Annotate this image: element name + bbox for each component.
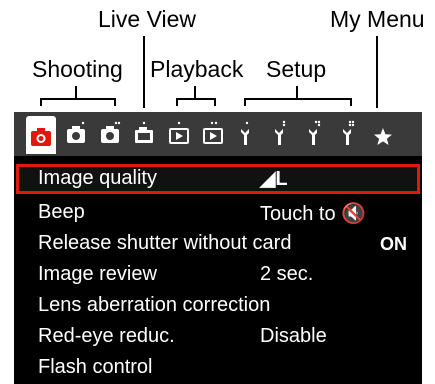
menu-item-value: Disable <box>260 325 327 347</box>
tab-setup-1[interactable] <box>232 118 262 150</box>
menu-item-flash-control[interactable]: Flash control <box>16 353 420 383</box>
camera-icon <box>31 128 51 146</box>
live-view-callout: Live View <box>98 6 197 32</box>
tab-my-menu[interactable] <box>368 118 398 150</box>
menu-item-value: ◢L <box>260 168 288 190</box>
playback-bracket <box>176 98 216 106</box>
menu-tab-bar <box>14 112 422 158</box>
menu-item-lens-aberration[interactable]: Lens aberration correction <box>16 291 420 321</box>
shooting-leader <box>75 86 77 98</box>
playback-callout: Playback <box>150 56 244 82</box>
menu-item-beep[interactable]: Beep Touch to 🔇 <box>16 198 420 228</box>
live-view-leader <box>143 36 145 108</box>
menu-item-label: Beep <box>38 201 85 223</box>
menu-item-label: Red-eye reduc. <box>38 325 175 347</box>
tab-live-view[interactable] <box>129 118 159 150</box>
my-menu-callout: My Menu <box>330 6 425 32</box>
tab-setup-2[interactable] <box>266 118 296 150</box>
tab-playback-1[interactable] <box>164 118 194 150</box>
menu-item-image-review[interactable]: Image review 2 sec. <box>16 260 420 290</box>
camera-icon <box>67 121 85 143</box>
playback-icon <box>203 121 223 144</box>
menu-item-label: Image quality <box>38 167 157 189</box>
setup-callout: Setup <box>266 56 327 82</box>
menu-item-label: Image review <box>38 263 157 285</box>
menu-item-red-eye[interactable]: Red-eye reduc. Disable <box>16 322 420 352</box>
star-icon <box>374 128 392 145</box>
live-view-icon <box>135 121 153 143</box>
menu-item-image-quality[interactable]: Image quality ◢L <box>16 164 420 194</box>
tab-playback-2[interactable] <box>198 118 228 150</box>
menu-item-value: 2 sec. <box>260 263 314 285</box>
tab-setup-3[interactable] <box>300 118 330 150</box>
playback-icon <box>169 121 189 144</box>
menu-item-value: Touch to 🔇 <box>260 203 367 225</box>
tab-shooting-2[interactable] <box>61 118 91 150</box>
playback-leader <box>194 86 196 98</box>
camera-icon <box>101 121 121 143</box>
tab-shooting-1[interactable] <box>26 116 56 154</box>
menu-item-label: Lens aberration correction <box>38 294 271 316</box>
setup-leader <box>296 86 298 98</box>
wrench-icon <box>309 120 321 145</box>
menu-list: Image quality ◢L Beep Touch to 🔇 Release… <box>16 164 420 384</box>
menu-item-label: Flash control <box>38 356 153 378</box>
shooting-bracket <box>40 98 116 106</box>
menu-item-value: ON <box>380 234 407 254</box>
menu-item-release-shutter[interactable]: Release shutter without card ON <box>16 229 420 259</box>
tab-setup-4[interactable] <box>334 118 364 150</box>
setup-bracket <box>244 98 352 106</box>
shooting-callout: Shooting <box>32 56 123 82</box>
camera-menu-screen: Image quality ◢L Beep Touch to 🔇 Release… <box>14 112 422 384</box>
wrench-icon <box>343 120 355 145</box>
tab-shooting-3[interactable] <box>95 118 125 150</box>
my-menu-leader <box>376 36 378 108</box>
wrench-icon <box>275 120 286 145</box>
menu-item-label: Release shutter without card <box>38 232 292 254</box>
wrench-icon <box>241 121 249 145</box>
